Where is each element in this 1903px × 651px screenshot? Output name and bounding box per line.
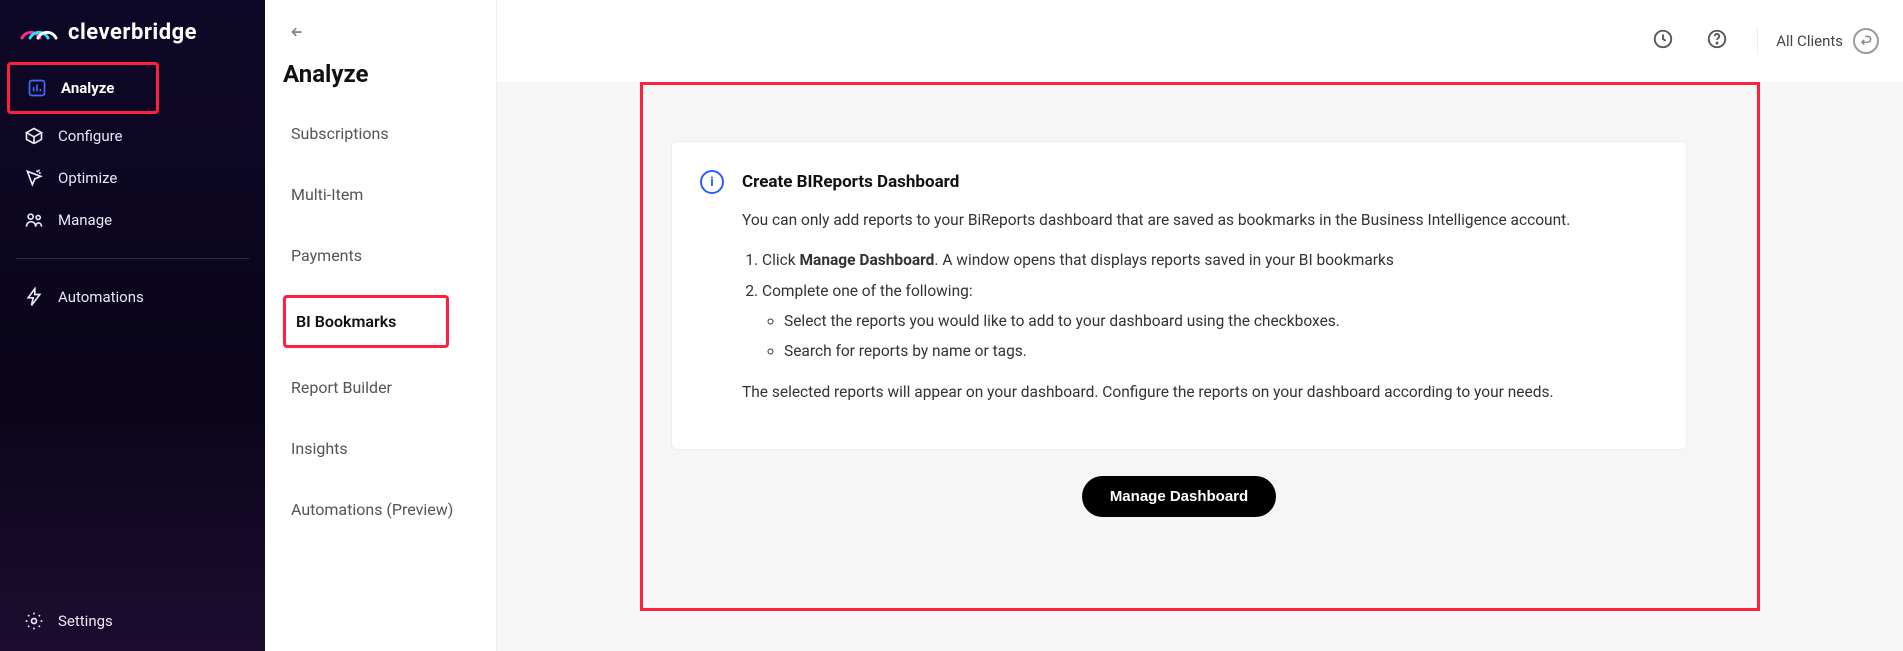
sub-item-multi-item[interactable]: Multi-Item: [283, 173, 486, 216]
sub-item-report-builder[interactable]: Report Builder: [283, 366, 486, 409]
main-content: All Clients i Create BIReports Dashboard…: [497, 0, 1903, 651]
info-step-2: Complete one of the following: Select th…: [762, 278, 1570, 365]
help-icon: [1706, 28, 1728, 54]
nav-manage-label: Manage: [58, 211, 112, 229]
nav-manage[interactable]: Manage: [10, 200, 255, 240]
info-sub-b: Search for reports by name or tags.: [784, 338, 1570, 364]
nav-settings-label: Settings: [58, 612, 113, 630]
nav-analyze-label: Analyze: [61, 79, 114, 97]
info-intro: You can only add reports to your BiRepor…: [742, 207, 1570, 233]
content-area: i Create BIReports Dashboard You can onl…: [497, 82, 1903, 651]
all-clients-label: All Clients: [1776, 32, 1843, 50]
nav-configure[interactable]: Configure: [10, 116, 255, 156]
nav-optimize[interactable]: Optimize: [10, 158, 255, 198]
highlight-analyze: Analyze: [7, 62, 159, 114]
sub-item-automations-preview[interactable]: Automations (Preview): [283, 488, 486, 531]
secondary-sidebar: Analyze Subscriptions Multi-Item Payment…: [265, 0, 497, 651]
spark-cursor-icon: [24, 168, 44, 188]
info-icon: i: [700, 170, 724, 194]
info-outro: The selected reports will appear on your…: [742, 379, 1570, 405]
sub-item-insights[interactable]: Insights: [283, 427, 486, 470]
info-step-2-text: Complete one of the following:: [762, 282, 973, 300]
highlight-content-frame: i Create BIReports Dashboard You can onl…: [640, 82, 1760, 611]
brand-text: cleverbridge: [68, 20, 197, 45]
topbar: All Clients: [497, 0, 1903, 82]
bar-chart-icon: [27, 78, 47, 98]
primary-nav-group-2: Automations: [10, 277, 255, 317]
info-step-1-bold: Manage Dashboard: [799, 251, 934, 269]
bolt-icon: [24, 287, 44, 307]
all-clients-button[interactable]: All Clients: [1757, 28, 1879, 54]
info-steps: Click Manage Dashboard. A window opens t…: [742, 247, 1570, 364]
nav-automations[interactable]: Automations: [10, 277, 255, 317]
info-step-1: Click Manage Dashboard. A window opens t…: [762, 247, 1570, 273]
manage-dashboard-button[interactable]: Manage Dashboard: [1082, 476, 1276, 517]
secondary-nav-list: Subscriptions Multi-Item Payments BI Boo…: [283, 112, 486, 531]
primary-nav-group: Analyze Configure Optimize: [10, 65, 255, 240]
primary-sidebar: cleverbridge Analyze: [0, 0, 265, 651]
sidebar-divider: [16, 258, 249, 259]
primary-nav-group-3: Settings: [10, 601, 255, 641]
info-sub-a: Select the reports you would like to add…: [784, 308, 1570, 334]
cube-icon: [24, 126, 44, 146]
secondary-title: Analyze: [283, 60, 486, 88]
highlight-bi-bookmarks: BI Bookmarks: [283, 295, 449, 348]
nav-automations-label: Automations: [58, 288, 144, 306]
info-sub-list: Select the reports you would like to add…: [762, 308, 1570, 365]
nav-analyze[interactable]: Analyze: [13, 68, 153, 108]
info-card: i Create BIReports Dashboard You can onl…: [671, 141, 1687, 450]
info-body: Create BIReports Dashboard You can only …: [742, 168, 1570, 419]
nav-configure-label: Configure: [58, 127, 123, 145]
nav-settings[interactable]: Settings: [10, 601, 255, 641]
people-icon: [24, 210, 44, 230]
info-step-1-prefix: Click: [762, 251, 799, 269]
nav-optimize-label: Optimize: [58, 169, 117, 187]
info-step-1-suffix: . A window opens that displays reports s…: [934, 251, 1393, 269]
brand-arcs-icon: [20, 18, 60, 42]
sub-item-subscriptions[interactable]: Subscriptions: [283, 112, 486, 155]
gear-icon: [24, 611, 44, 631]
undo-circle-icon: [1853, 28, 1879, 54]
help-button[interactable]: [1697, 21, 1737, 61]
brand-logo: cleverbridge: [10, 20, 255, 65]
info-title: Create BIReports Dashboard: [742, 168, 1570, 197]
sub-item-payments[interactable]: Payments: [283, 234, 486, 277]
sub-item-bi-bookmarks[interactable]: BI Bookmarks: [288, 300, 404, 343]
history-button[interactable]: [1643, 21, 1683, 61]
back-button[interactable]: [283, 18, 311, 46]
history-icon: [1652, 28, 1674, 54]
